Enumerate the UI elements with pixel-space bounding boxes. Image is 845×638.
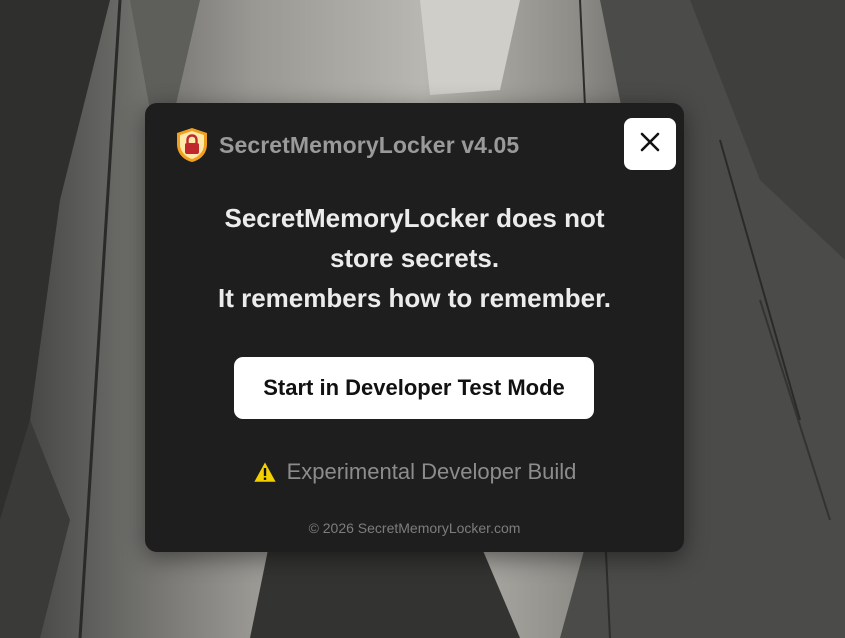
copyright-footer: © 2026 SecretMemoryLocker.com	[308, 520, 521, 536]
warning-text: Experimental Developer Build	[286, 459, 577, 484]
message-line: It remembers how to remember.	[217, 283, 612, 313]
warning-icon	[253, 461, 277, 483]
build-warning: Experimental Developer Build	[145, 459, 684, 485]
intro-message: SecretMemoryLocker does not store secret…	[165, 198, 664, 318]
app-title: SecretMemoryLocker v4.05	[219, 131, 520, 158]
close-icon	[640, 132, 660, 157]
title-bar: SecretMemoryLocker v4.05	[175, 127, 519, 163]
close-button[interactable]	[624, 118, 676, 170]
message-line: SecretMemoryLocker does not	[224, 203, 605, 233]
message-line: store secrets.	[329, 243, 500, 273]
dialog: SecretMemoryLocker v4.05 SecretMemoryLoc…	[145, 103, 684, 552]
shield-lock-icon	[175, 127, 209, 163]
start-developer-test-mode-button[interactable]: Start in Developer Test Mode	[234, 357, 594, 419]
